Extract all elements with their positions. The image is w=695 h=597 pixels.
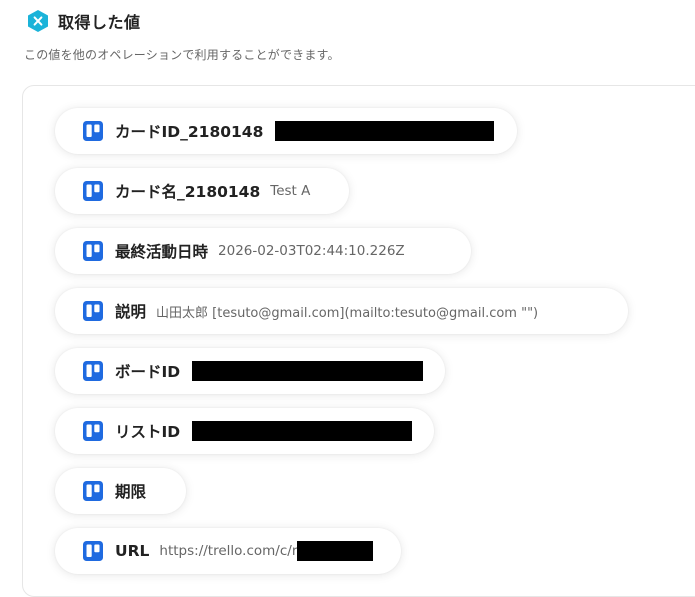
- redacted-value: [192, 421, 412, 441]
- trello-icon: [83, 361, 103, 381]
- trello-icon: [83, 241, 103, 261]
- value-text: 2026-02-03T02:44:10.226Z: [218, 243, 405, 259]
- redacted-value: [297, 541, 374, 561]
- value-label: 説明: [115, 303, 147, 321]
- trello-icon: [83, 181, 103, 201]
- values-panel: [22, 85, 695, 597]
- trello-icon: [83, 481, 103, 501]
- value-label: ボードID: [115, 363, 181, 381]
- value-label: カードID_2180148: [115, 123, 264, 141]
- value-text: Test A: [270, 183, 311, 199]
- value-item-url[interactable]: URL https://trello.com/c/r: [55, 528, 401, 574]
- header: 取得した値: [26, 9, 141, 33]
- value-label: リストID: [115, 423, 181, 441]
- section-description: この値を他のオペレーションで利用することができます。: [24, 48, 340, 62]
- value-label: URL: [115, 542, 150, 560]
- value-item-card-name[interactable]: カード名_2180148 Test A: [55, 168, 349, 214]
- trello-icon: [83, 541, 103, 561]
- yoom-hex-icon: [28, 10, 48, 32]
- section-title: 取得した値: [58, 13, 141, 32]
- value-item-board-id[interactable]: ボードID: [55, 348, 445, 394]
- redacted-value: [192, 361, 423, 381]
- value-item-list-id[interactable]: リストID: [55, 408, 434, 454]
- trello-icon: [83, 301, 103, 321]
- value-label: 期限: [115, 483, 147, 501]
- value-item-due-date[interactable]: 期限: [55, 468, 186, 514]
- value-item-description[interactable]: 説明 山田太郎 [tesuto@gmail.com](mailto:tesuto…: [55, 288, 628, 334]
- value-item-last-activity[interactable]: 最終活動日時 2026-02-03T02:44:10.226Z: [55, 228, 471, 274]
- value-text: https://trello.com/c/r: [159, 543, 298, 559]
- value-text: 山田太郎 [tesuto@gmail.com](mailto:tesuto@gm…: [156, 305, 539, 321]
- value-label: カード名_2180148: [115, 183, 261, 201]
- redacted-value: [275, 121, 495, 141]
- value-label: 最終活動日時: [115, 243, 209, 261]
- value-item-card-id[interactable]: カードID_2180148: [55, 108, 517, 154]
- trello-icon: [83, 121, 103, 141]
- trello-icon: [83, 421, 103, 441]
